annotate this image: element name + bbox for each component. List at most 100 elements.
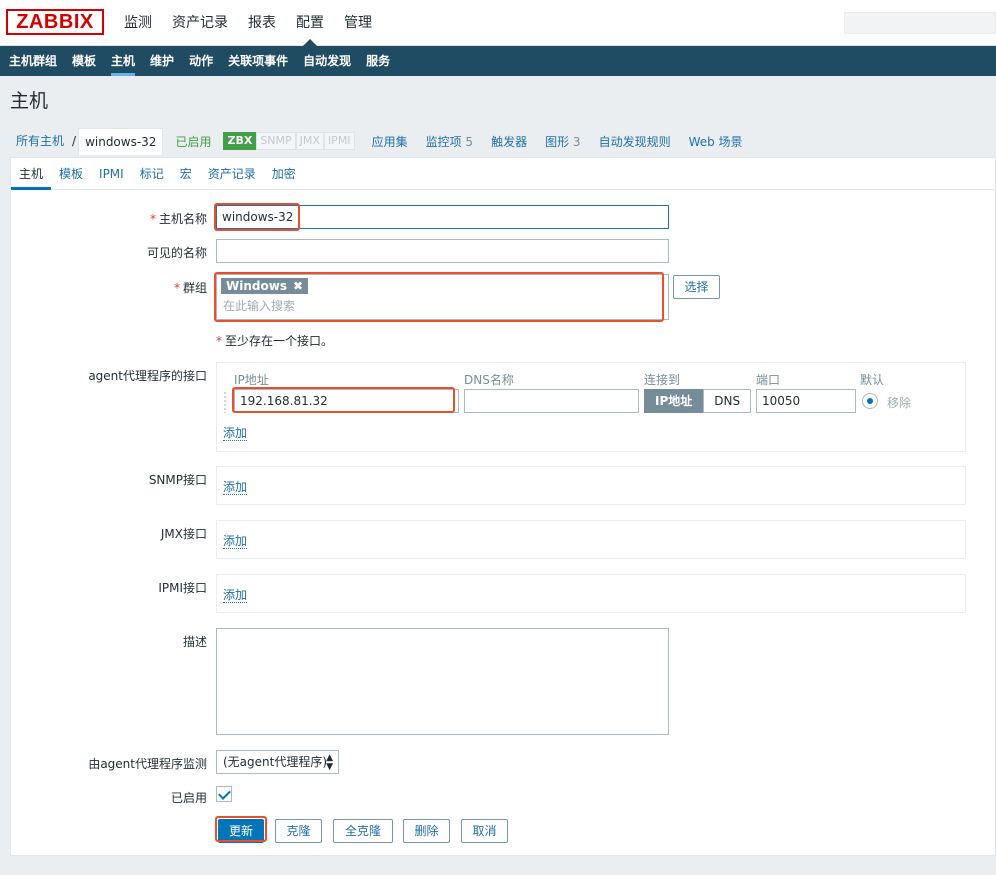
submenu-actions[interactable]: 动作: [183, 46, 219, 76]
header-default: 默认: [860, 373, 885, 387]
cancel-button[interactable]: 取消: [461, 819, 508, 843]
submenu-templates[interactable]: 模板: [66, 46, 102, 76]
connect-ip-option[interactable]: IP地址: [644, 389, 704, 413]
link-graphs[interactable]: 图形 3: [536, 133, 589, 150]
submenu-correlation[interactable]: 关联项事件: [222, 46, 294, 76]
link-applications[interactable]: 应用集: [363, 133, 417, 150]
menu-administration[interactable]: 管理: [334, 0, 382, 46]
breadcrumb-separator: /: [72, 134, 77, 148]
zabbix-logo[interactable]: ZABBIX: [6, 9, 104, 35]
badge-snmp: SNMP: [256, 132, 296, 150]
delete-button[interactable]: 删除: [403, 819, 450, 843]
tab-ipmi[interactable]: IPMI: [91, 158, 132, 189]
highlight-groups: [214, 272, 664, 322]
visible-name-label: 可见的名称: [146, 246, 207, 260]
link-label: 监控项: [425, 134, 462, 149]
link-triggers[interactable]: 触发器: [482, 133, 536, 150]
tab-templates[interactable]: 模板: [51, 158, 91, 189]
tab-tags[interactable]: 标记: [132, 158, 172, 189]
link-label: 触发器: [491, 134, 528, 149]
host-form-panel: 主机 模板 IPMI 标记 宏 资产记录 加密 * 主机名称 windows-32…: [10, 157, 996, 856]
agent-interfaces-box: IP地址 DNS名称 连接到 端口 默认 192.168.81.32 IP地址 …: [216, 362, 966, 452]
menu-reports[interactable]: 报表: [238, 0, 286, 46]
required-mark: *: [149, 212, 156, 226]
proxy-select[interactable]: (无agent代理程序) ▲ ▼: [216, 750, 339, 774]
header-connect: 连接到: [644, 373, 681, 387]
breadcrumb-current-host[interactable]: windows-32: [78, 127, 164, 155]
required-mark: *: [173, 281, 180, 295]
link-label: 自动发现规则: [598, 134, 671, 149]
clone-button[interactable]: 克隆: [275, 819, 322, 843]
agent-interfaces-label: agent代理程序的接口: [88, 369, 207, 383]
full-clone-button[interactable]: 全克隆: [333, 819, 393, 843]
visible-name-input[interactable]: [216, 239, 669, 263]
proxy-label: 由agent代理程序监测: [88, 757, 207, 771]
sub-menu: 主机群组 模板 主机 维护 动作 关联项事件 自动发现 服务: [0, 46, 996, 76]
add-jmx-interface-link[interactable]: 添加: [223, 534, 248, 549]
link-discovery-rules[interactable]: 自动发现规则: [590, 133, 680, 150]
port-input[interactable]: 10050: [756, 389, 856, 413]
label-text: 群组: [182, 281, 207, 295]
submenu-discovery[interactable]: 自动发现: [297, 46, 357, 76]
link-label: 应用集: [371, 134, 408, 149]
enabled-checkbox[interactable]: [216, 786, 232, 802]
connect-to-toggle: IP地址 DNS: [644, 389, 752, 413]
select-arrows-icon: ▲ ▼: [326, 753, 333, 772]
badge-zbx: ZBX: [223, 132, 257, 150]
header-port: 端口: [756, 373, 781, 387]
host-name-label: * 主机名称: [7, 210, 207, 227]
add-agent-interface-link[interactable]: 添加: [223, 426, 248, 441]
remove-interface-link[interactable]: 移除: [887, 394, 911, 411]
add-snmp-interface-link[interactable]: 添加: [223, 480, 248, 495]
menu-inventory[interactable]: 资产记录: [162, 0, 238, 46]
note-text: 至少存在一个接口。: [225, 334, 334, 348]
link-items[interactable]: 监控项 5: [417, 133, 482, 150]
header-dns: DNS名称: [464, 373, 514, 387]
default-interface-radio[interactable]: [862, 393, 878, 409]
groups-label: * 群组: [7, 279, 207, 296]
required-mark: *: [216, 334, 222, 348]
drag-handle-icon[interactable]: [223, 391, 227, 413]
jmx-interfaces-box: 添加: [216, 520, 966, 559]
submenu-maintenance[interactable]: 维护: [144, 46, 180, 76]
submenu-services[interactable]: 服务: [360, 46, 396, 76]
tab-inventory[interactable]: 资产记录: [200, 158, 264, 189]
header-ip: IP地址: [234, 373, 269, 387]
tab-macros[interactable]: 宏: [172, 158, 200, 189]
link-label: Web 场景: [688, 134, 743, 149]
add-ipmi-interface-link[interactable]: 添加: [223, 588, 248, 603]
description-label: 描述: [182, 635, 207, 649]
select-groups-button[interactable]: 选择: [673, 275, 720, 299]
menu-configuration[interactable]: 配置: [286, 0, 334, 46]
proxy-selected-value: (无agent代理程序): [223, 755, 328, 769]
link-count: 3: [572, 134, 581, 149]
link-web-scenarios[interactable]: Web 场景: [680, 133, 752, 150]
enabled-label: 已启用: [170, 791, 207, 805]
link-count: 5: [465, 134, 474, 149]
page-title: 主机: [10, 90, 49, 112]
submenu-host-groups[interactable]: 主机群组: [3, 46, 63, 76]
form-tabs: 主机 模板 IPMI 标记 宏 资产记录 加密: [11, 158, 995, 190]
global-search-input[interactable]: [844, 12, 996, 34]
menu-monitoring[interactable]: 监测: [114, 0, 162, 46]
description-textarea[interactable]: [216, 628, 669, 735]
submenu-hosts[interactable]: 主机: [105, 46, 141, 76]
tab-encryption[interactable]: 加密: [264, 158, 304, 189]
snmp-interfaces-label: SNMP接口: [148, 473, 207, 487]
host-navigation: 所有主机 / windows-32 已启用 ZBX SNMP JMX IPMI …: [10, 126, 996, 156]
breadcrumb-all-hosts[interactable]: 所有主机: [10, 127, 70, 155]
availability-badges: ZBX SNMP JMX IPMI: [223, 132, 355, 150]
top-header: ZABBIX 监测 资产记录 报表 配置 管理: [0, 0, 996, 46]
main-menu: 监测 资产记录 报表 配置 管理: [114, 0, 382, 46]
badge-jmx: JMX: [295, 132, 324, 150]
link-label: 图形: [545, 134, 570, 149]
dns-name-input[interactable]: [464, 389, 639, 413]
connect-dns-option[interactable]: DNS: [703, 389, 752, 413]
tab-host[interactable]: 主机: [11, 158, 52, 190]
highlight-host-name: [214, 203, 300, 231]
highlight-ip: [232, 387, 455, 413]
interface-requirement-note: * 至少存在一个接口。: [216, 332, 333, 349]
host-status-badge[interactable]: 已启用: [169, 133, 217, 150]
label-text: 主机名称: [158, 212, 207, 226]
highlight-update: [215, 816, 267, 842]
